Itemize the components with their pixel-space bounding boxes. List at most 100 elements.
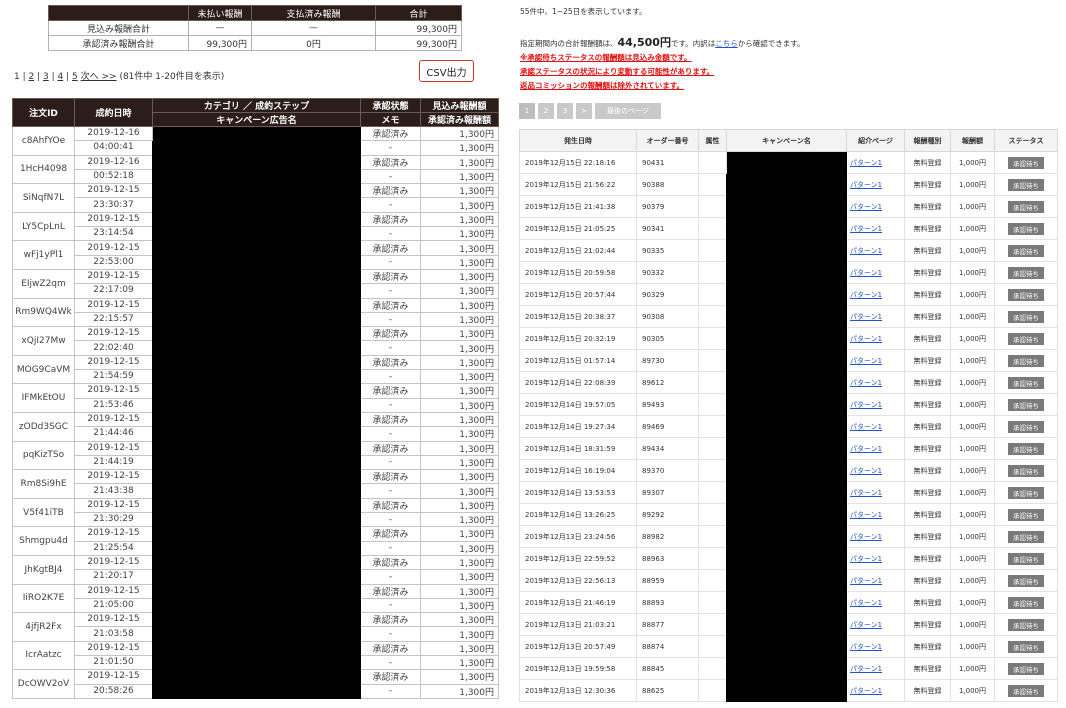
last-page-button[interactable]: 最後のページ: [595, 103, 661, 119]
col-campaign: キャンペーン広告名: [152, 112, 361, 127]
page-link-2[interactable]: 2: [29, 72, 35, 82]
reward-amount: 1,000円: [950, 239, 995, 262]
order-id: xQjI27Mw: [12, 326, 75, 356]
memo: -: [360, 683, 421, 699]
reward-amount: 1,000円: [950, 349, 995, 372]
attribute-cell: [698, 635, 727, 658]
referral-page-link[interactable]: パターン1: [846, 283, 905, 306]
approval-status: 承認済み: [360, 583, 421, 599]
reward-amount: 1,000円: [950, 327, 995, 350]
col-reward-amount: 報酬額: [950, 129, 995, 152]
expected-amount: 1,300円: [420, 469, 499, 485]
transactions-table: 発生日時 オーダー番号 属性 キャンペーン名 紹介ページ 報酬種別 報酬額 ステ…: [519, 129, 1058, 702]
breakdown-link[interactable]: こちら: [715, 39, 738, 48]
page-button-1[interactable]: 1: [519, 103, 535, 119]
referral-page-link[interactable]: パターン1: [846, 525, 905, 548]
referral-page-link[interactable]: パターン1: [846, 613, 905, 636]
referral-page-link[interactable]: パターン1: [846, 591, 905, 614]
order-time: 21:30:29: [74, 512, 153, 528]
order-id: DcOWV2oV: [12, 669, 75, 699]
status-badge: 承認待ち: [1008, 376, 1044, 389]
orders-header-row-1: 注文ID 成約日時 カテゴリ ／ 成約ステップ 承認状態 見込み報酬額: [12, 98, 499, 127]
referral-page-link[interactable]: パターン1: [846, 261, 905, 284]
referral-page-link[interactable]: パターン1: [846, 371, 905, 394]
approval-status: 承認済み: [360, 440, 421, 456]
reward-amount: 1,000円: [950, 195, 995, 218]
csv-export-button[interactable]: CSV出力: [419, 60, 474, 82]
approved-amount: 1,300円: [420, 483, 499, 499]
status-badge: 承認待ち: [1008, 244, 1044, 257]
referral-page-link[interactable]: パターン1: [846, 217, 905, 240]
referral-page-link[interactable]: パターン1: [846, 173, 905, 196]
approved-amount: 1,300円: [420, 597, 499, 614]
page-button-3[interactable]: 3: [557, 103, 573, 119]
approved-amount: 1,300円: [420, 311, 499, 328]
referral-page-link[interactable]: パターン1: [846, 503, 905, 526]
reward-type: 無料登録: [904, 547, 951, 570]
status-cell: 承認待ち: [994, 591, 1058, 614]
page-button-2[interactable]: 2: [538, 103, 554, 119]
summary-header-paid: 支払済み報酬: [251, 5, 376, 21]
col-order-id[interactable]: 注文ID: [12, 98, 75, 127]
memo: -: [360, 626, 421, 642]
next-page-link[interactable]: 次へ >>: [81, 72, 117, 82]
referral-page-link[interactable]: パターン1: [846, 151, 905, 174]
page-link-3[interactable]: 3: [43, 72, 49, 82]
referral-page-link[interactable]: パターン1: [846, 569, 905, 592]
summary-cell: —: [251, 20, 376, 36]
referral-page-link[interactable]: パターン1: [846, 657, 905, 680]
order-date: 2019-12-15: [74, 183, 153, 199]
status-badge: 承認待ち: [1008, 596, 1044, 609]
reward-amount: 1,000円: [950, 525, 995, 548]
referral-page-link[interactable]: パターン1: [846, 459, 905, 482]
referral-page-link[interactable]: パターン1: [846, 437, 905, 460]
order-date: 2019-12-15: [74, 612, 153, 628]
order-id: Rm8Si9hE: [12, 469, 75, 499]
page-link-5[interactable]: 5: [72, 72, 78, 82]
reward-type: 無料登録: [904, 283, 951, 306]
col-occurred-at: 発生日時: [519, 129, 637, 152]
status-badge: 承認待ち: [1008, 618, 1044, 631]
approved-amount: 1,300円: [420, 254, 499, 270]
approval-status: 承認済み: [360, 612, 421, 628]
order-date: 2019-12-15: [74, 383, 153, 399]
expected-amount: 1,300円: [420, 297, 499, 313]
approved-amount: 1,300円: [420, 283, 499, 299]
col-date[interactable]: 成約日時: [74, 98, 153, 127]
referral-page-link[interactable]: パターン1: [846, 305, 905, 328]
order-id: Shmgpu4d: [12, 526, 75, 556]
approval-status: 承認済み: [360, 240, 421, 256]
referral-page-link[interactable]: パターン1: [846, 547, 905, 570]
order-id: EIjwZ2qm: [12, 268, 75, 299]
memo: -: [360, 540, 421, 556]
occurred-at: 2019年12月13日 22:56:13: [519, 569, 637, 592]
referral-page-link[interactable]: パターン1: [846, 239, 905, 262]
attribute-cell: [698, 261, 727, 284]
order-number: 90388: [636, 173, 699, 196]
referral-page-link[interactable]: パターン1: [846, 679, 905, 702]
occurred-at: 2019年12月15日 01:57:14: [519, 349, 637, 372]
status-cell: 承認待ち: [994, 239, 1058, 262]
occurred-at: 2019年12月13日 12:30:36: [519, 679, 637, 702]
referral-page-link[interactable]: パターン1: [846, 195, 905, 218]
transaction-row: 2019年12月15日 22:18:16 90431 パターン1 無料登録 1,000円…: [519, 151, 1058, 702]
referral-page-link[interactable]: パターン1: [846, 481, 905, 504]
referral-page-link[interactable]: パターン1: [846, 393, 905, 416]
approval-status: 承認済み: [360, 497, 421, 514]
page-link-4[interactable]: 4: [58, 72, 64, 82]
status-badge: 承認待ち: [1008, 354, 1044, 367]
memo: -: [360, 340, 421, 356]
attribute-cell: [698, 481, 727, 504]
referral-page-link[interactable]: パターン1: [846, 349, 905, 372]
status-badge: 承認待ち: [1008, 222, 1044, 235]
memo: -: [360, 311, 421, 328]
attribute-cell: [698, 569, 727, 592]
next-page-button[interactable]: >: [576, 103, 592, 119]
attribute-cell: [698, 547, 727, 570]
referral-page-link[interactable]: パターン1: [846, 327, 905, 350]
order-number: 90341: [636, 217, 699, 240]
attribute-cell: [698, 173, 727, 196]
referral-page-link[interactable]: パターン1: [846, 415, 905, 438]
referral-page-link[interactable]: パターン1: [846, 635, 905, 658]
order-date: 2019-12-15: [74, 526, 153, 542]
